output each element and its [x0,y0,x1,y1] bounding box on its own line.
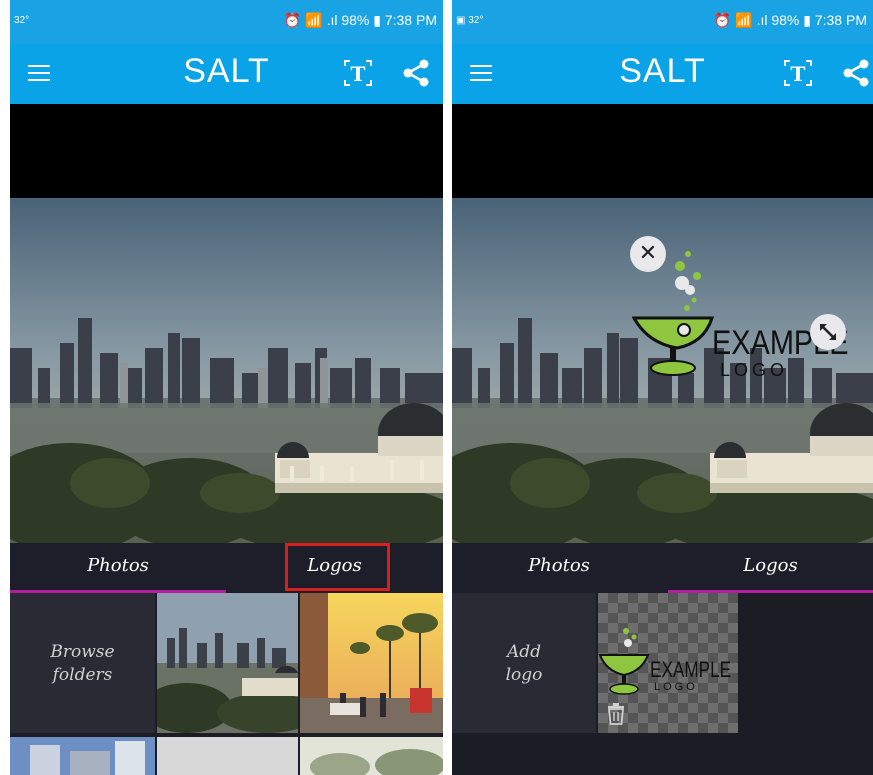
trash-icon[interactable] [606,703,626,725]
tab-photos-label: Photos [87,555,149,576]
photo-thumbnail-street[interactable] [300,593,443,733]
svg-text:T: T [791,62,806,86]
svg-text:T: T [351,62,366,86]
logo-thumbnail[interactable]: EXAMPLE LOGO [598,593,738,733]
app-bar: SALT T [10,44,443,104]
text-tool-icon[interactable]: T [782,57,814,89]
canvas-top-band [452,104,873,198]
add-logo-label: Add logo [505,642,543,685]
photo-thumbnail-buildings[interactable] [10,737,155,775]
tab-bar: Photos Logos [452,543,873,593]
add-logo-tile[interactable]: Add logo [452,593,596,733]
tab-bar: Photos Logos [10,543,443,593]
status-right: ⏰ 📶 .ıl 98% ▮ 7:38 PM [713,12,867,28]
tab-logos[interactable]: Logos [668,543,873,591]
photo-thumbnail-blurred[interactable] [157,737,298,775]
logos-tab-highlight [285,543,390,591]
city-photo-canvas[interactable] [10,198,443,543]
photo-grid: Browse folders [10,593,443,775]
text-tool-icon[interactable]: T [342,57,374,89]
logo-grid: Add logo EXAMPLE LOGO [452,593,873,775]
canvas-top-band [10,104,443,198]
status-right: ⏰ 📶 .ıl 98% ▮ 7:38 PM [283,12,437,28]
phone-screen-photos: 32° ⏰ 📶 .ıl 98% ▮ 7:38 PM SALT T Photos … [10,0,443,775]
logo-thumbnail-subtitle: LOGO [654,681,698,693]
photo-thumbnail-trees[interactable] [300,737,443,775]
tab-logos-label: Logos [743,555,798,576]
app-title: SALT [183,52,270,90]
tab-photos-label: Photos [528,555,590,576]
status-left: ▣ 32° [456,15,484,26]
tab-photos[interactable]: Photos [452,543,666,591]
tab-photos[interactable]: Photos [10,543,226,591]
status-bar: ▣ 32° ⏰ 📶 .ıl 98% ▮ 7:38 PM [452,0,873,44]
close-icon[interactable]: ✕ [630,236,666,272]
overlay-logo-subtitle: LOGO [720,360,789,380]
status-bar: 32° ⏰ 📶 .ıl 98% ▮ 7:38 PM [10,0,443,44]
logo-thumbnail-title: EXAMPLE [650,657,732,682]
share-icon[interactable] [842,58,870,88]
share-icon[interactable] [402,58,430,88]
resize-icon[interactable] [810,314,846,350]
browse-folders-label: Browse folders [50,642,115,685]
photo-thumbnail-city[interactable] [157,593,298,733]
phone-screen-logos: ▣ 32° ⏰ 📶 .ıl 98% ▮ 7:38 PM SALT T EXAMP… [452,0,873,775]
status-left: 32° [14,15,30,26]
browse-folders-tile[interactable]: Browse folders [10,593,155,733]
city-photo-canvas[interactable]: EXAMPLE LOGO ✕ [452,198,873,543]
app-bar: SALT T [452,44,873,104]
